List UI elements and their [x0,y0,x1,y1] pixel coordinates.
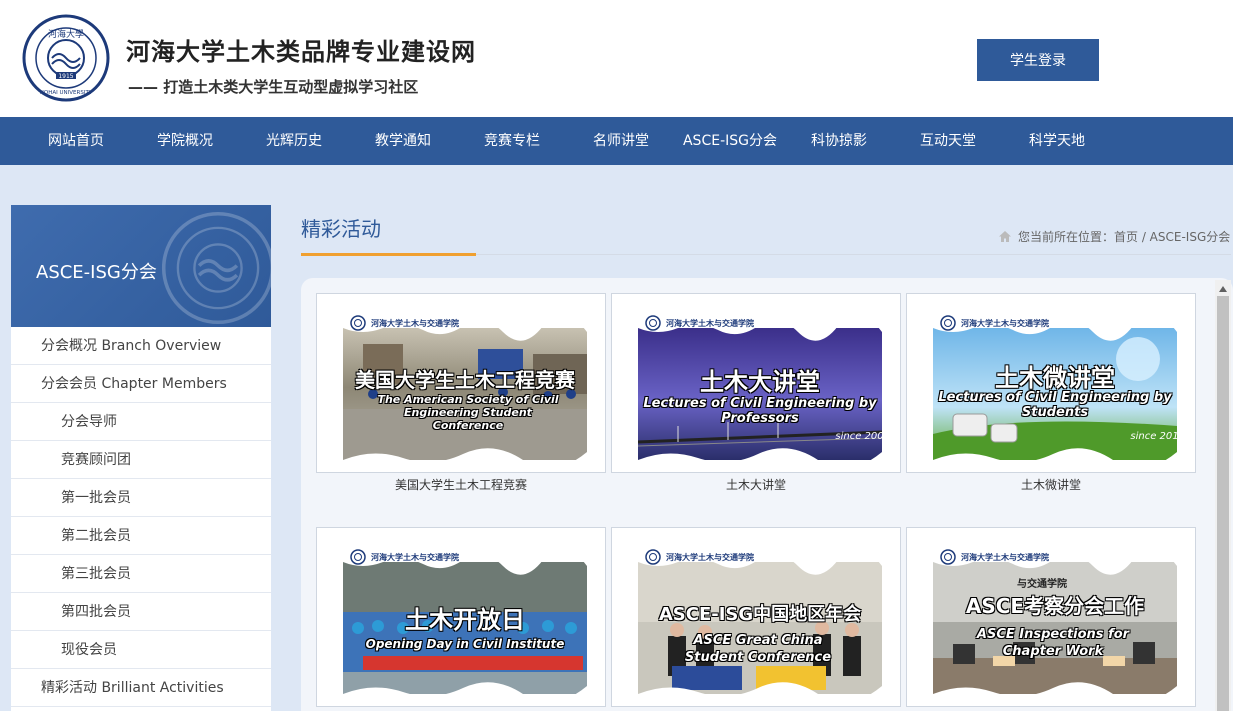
title-accent-bar [301,253,476,256]
sidebar-item-batch-4[interactable]: 第四批会员 [11,593,271,631]
activity-card-asce-competition[interactable]: 河海大学土木与交通学院 美国大学生土木工程竞赛 The American Soc… [316,293,606,473]
sidebar-item-batch-2[interactable]: 第二批会员 [11,517,271,555]
card-image-subtitle: Lectures of Civil Engineering by Student… [938,390,1172,420]
mini-seal-icon [350,315,366,331]
sidebar-item-brilliant-activities[interactable]: 精彩活动 Brilliant Activities [11,669,271,707]
activity-card-great-china-conference[interactable]: 河海大学土木与交通学院 ASCE-ISG中国地区年会 ASCE Great Ch… [611,527,901,707]
sidebar-title: ASCE-ISG分会 [36,262,157,283]
card-image-banner-text: 与交通学院 [1017,579,1067,590]
card-image-subtitle: ASCE Great China Student Conference [684,633,832,665]
nav-item-association[interactable]: 科协掠影 [784,117,894,165]
card-image-title: 土木开放日 [405,606,525,634]
main-nav: 网站首页 学院概况 光辉历史 教学通知 竞赛专栏 名师讲堂 ASCE-ISG分会… [0,117,1233,165]
sidebar-item-batch-3[interactable]: 第三批会员 [11,555,271,593]
school-name-strip: 河海大学土木与交通学院 [940,549,1049,565]
school-name-strip: 河海大学土木与交通学院 [645,549,754,565]
card-caption-asce-competition[interactable]: 美国大学生土木工程竞赛 [316,476,606,493]
sidebar-item-chapter-members[interactable]: 分会会员 Chapter Members [11,365,271,403]
nav-item-lectures[interactable]: 名师讲堂 [566,117,676,165]
card-image-title: 土木微讲堂 [995,364,1115,392]
site-header: 1915 河海大學 HOHAI UNIVERSITY 河海大学土木类品牌专业建设… [0,0,1233,117]
panel-scrollbar[interactable] [1215,280,1231,711]
nav-item-competition[interactable]: 竞赛专栏 [457,117,567,165]
school-name-strip: 河海大学土木与交通学院 [940,315,1049,331]
sidebar-item-active-members[interactable]: 现役会员 [11,631,271,669]
card-image-since: since 2014 [1130,431,1185,442]
card-caption-student-lectures[interactable]: 土木微讲堂 [906,476,1196,493]
activity-card-chapter-inspection[interactable]: 河海大学土木与交通学院 与交通学院 ASCE考察分会工作 ASCE Inspec… [906,527,1196,707]
hohai-university-logo[interactable]: 1915 河海大學 HOHAI UNIVERSITY [22,14,110,102]
sidebar-header: ASCE-ISG分会 [11,205,271,327]
university-seal-watermark-icon [161,211,271,325]
card-image-title: ASCE-ISG中国地区年会 [658,604,862,625]
mini-seal-icon [645,549,661,565]
school-name-strip: 河海大学土木与交通学院 [350,315,459,331]
nav-item-science[interactable]: 科学天地 [1002,117,1112,165]
card-image-subtitle: ASCE Inspections for Chapter Work [976,627,1130,659]
card-image-title: ASCE考察分会工作 [965,594,1145,618]
breadcrumb-text[interactable]: 您当前所在位置：首页 / ASCE-ISG分会 [1018,228,1230,245]
home-icon [999,231,1011,242]
sidebar-menu: 分会概况 Branch Overview 分会会员 Chapter Member… [11,327,271,707]
card-image-subtitle: The American Society of Civil Engineerin… [377,393,559,432]
activity-card-open-day[interactable]: 河海大学土木与交通学院 土木开放日 Opening Day in Civil I… [316,527,606,707]
nav-item-history[interactable]: 光辉历史 [239,117,349,165]
sidebar-item-batch-1[interactable]: 第一批会员 [11,479,271,517]
nav-item-asce-isg[interactable]: ASCE-ISG分会 [675,117,785,165]
card-image-since: since 2009 [835,431,890,442]
sidebar-item-advisors[interactable]: 分会导师 [11,403,271,441]
activity-card-professor-lectures[interactable]: 河海大学土木与交通学院 土木大讲堂 Lectures of Civil Engi… [611,293,901,473]
breadcrumb: 您当前所在位置：首页 / ASCE-ISG分会 [998,228,1230,245]
sidebar: ASCE-ISG分会 分会概况 Branch Overview 分会会员 Cha… [11,205,271,711]
card-caption-professor-lectures[interactable]: 土木大讲堂 [611,476,901,493]
card-image [933,548,1177,694]
card-image-title: 美国大学生土木工程竞赛 [355,368,575,392]
student-login-button[interactable]: 学生登录 [977,39,1099,81]
scrollbar-thumb[interactable] [1217,296,1229,711]
activity-card-student-lectures[interactable]: 河海大学土木与交通学院 土木微讲堂 Lectures of Civil Engi… [906,293,1196,473]
school-name-strip: 河海大学土木与交通学院 [350,549,459,565]
mini-seal-icon [645,315,661,331]
svg-text:HOHAI UNIVERSITY: HOHAI UNIVERSITY [40,90,93,96]
nav-item-notices[interactable]: 教学通知 [348,117,458,165]
svg-text:1915: 1915 [58,73,73,80]
nav-item-home[interactable]: 网站首页 [21,117,131,165]
card-image-subtitle: Lectures of Civil Engineering by Profess… [643,396,877,426]
nav-item-about[interactable]: 学院概况 [130,117,240,165]
page-title: 精彩活动 [301,217,381,241]
card-image-title: 土木大讲堂 [700,368,820,396]
school-name-strip: 河海大学土木与交通学院 [645,315,754,331]
nav-item-interactive[interactable]: 互动天堂 [893,117,1003,165]
svg-text:河海大學: 河海大學 [48,28,84,40]
mini-seal-icon [940,315,956,331]
site-title: 河海大学土木类品牌专业建设网 [126,38,476,66]
card-image-subtitle: Opening Day in Civil Institute [365,637,565,651]
site-subtitle: —— 打造土木类大学生互动型虚拟学习社区 [128,78,419,96]
sidebar-item-consultants[interactable]: 竞赛顾问团 [11,441,271,479]
sidebar-item-branch-overview[interactable]: 分会概况 Branch Overview [11,327,271,365]
scroll-up-arrow-icon[interactable] [1215,282,1231,296]
mini-seal-icon [940,549,956,565]
mini-seal-icon [350,549,366,565]
